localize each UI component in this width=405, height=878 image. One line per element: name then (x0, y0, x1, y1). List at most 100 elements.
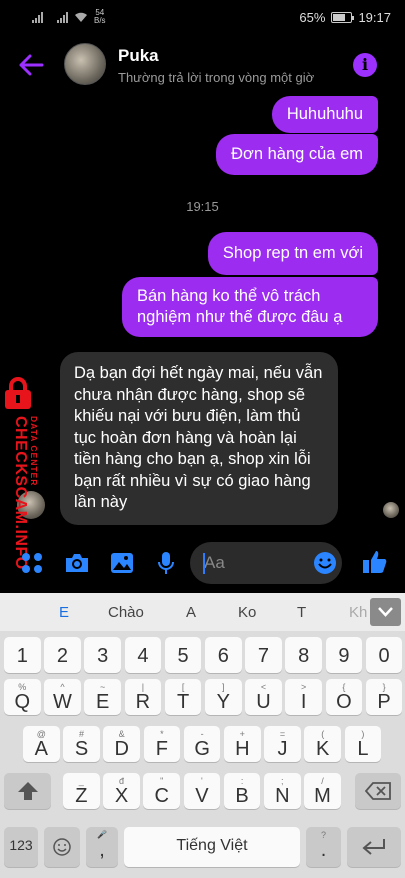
key[interactable]: :B (223, 773, 261, 809)
key[interactable]: -G (183, 726, 221, 762)
message-outgoing[interactable]: Huhuhuhu (271, 96, 378, 133)
key[interactable]: 5 (164, 637, 202, 673)
key-label: T (176, 691, 190, 713)
status-bar: 54 B/s 65% 19:17 (0, 0, 405, 34)
key[interactable]: ; N (264, 773, 301, 809)
key[interactable]: > I (285, 679, 322, 715)
message-outgoing[interactable]: Shop rep tn em với (207, 232, 378, 275)
camera-icon[interactable] (64, 551, 90, 575)
key[interactable]: ) L (344, 726, 382, 762)
key[interactable]: # S (63, 726, 100, 762)
key[interactable]: " C (143, 773, 180, 809)
key-label: L (357, 738, 369, 760)
key[interactable]: = J (264, 726, 301, 762)
key[interactable]: ~ E (84, 679, 121, 715)
key[interactable]: ^ W (44, 679, 81, 715)
key-label: R (135, 691, 151, 713)
key[interactable]: % Q (4, 679, 41, 715)
enter-icon (362, 839, 385, 855)
watermark-subtext: DATA CENTER (29, 416, 39, 487)
key[interactable]: | R (124, 679, 162, 715)
key[interactable]: 8 (285, 637, 322, 673)
message-incoming[interactable]: Dạ bạn đợi hết ngày mai, nếu vẫn chưa nh… (60, 352, 338, 525)
wifi-icon (75, 12, 87, 22)
text-cursor (203, 553, 205, 574)
comma-key[interactable]: 🎤, (86, 827, 118, 867)
key[interactable]: 0 (365, 637, 403, 673)
avatar[interactable] (64, 43, 106, 85)
shift-icon (17, 782, 38, 800)
key-label: N (275, 785, 290, 807)
key-label: H (235, 738, 250, 760)
timestamp: 19:15 (186, 199, 219, 214)
key[interactable]: {O (325, 679, 363, 715)
key-label: 6 (217, 645, 229, 667)
key[interactable]: ] Y (205, 679, 242, 715)
key[interactable]: 2 (44, 637, 81, 673)
message-input[interactable]: Aa (190, 542, 342, 584)
key[interactable]: 4 (124, 637, 162, 673)
key[interactable]: (K (304, 726, 341, 762)
message-outgoing[interactable]: Đơn hàng của em (216, 134, 378, 175)
signal-icon (57, 11, 68, 23)
back-arrow-icon[interactable] (18, 53, 44, 77)
suggestion[interactable]: T (297, 604, 306, 621)
key[interactable]: 7 (245, 637, 282, 673)
battery-icon (331, 11, 355, 23)
backspace-key[interactable] (355, 773, 401, 809)
chat-header: Puka Thường trả lời trong vòng một giờ i (0, 38, 405, 94)
key-label: E (96, 691, 110, 713)
signal-icon (32, 11, 43, 23)
contact-name[interactable]: Puka (118, 46, 159, 66)
lock-icon (5, 377, 31, 409)
space-key[interactable]: Tiếng Việt (124, 827, 300, 867)
key[interactable]: / M (304, 773, 341, 809)
key[interactable]: đX (103, 773, 140, 809)
info-icon[interactable]: i (353, 53, 377, 77)
key[interactable]: * F (143, 726, 181, 762)
apps-icon[interactable] (20, 551, 44, 575)
key[interactable]: _ Z (63, 773, 100, 809)
message-line: Bán hàng ko thể vô trách (137, 287, 321, 305)
enter-key[interactable] (347, 827, 401, 867)
key[interactable]: < U (245, 679, 282, 715)
gallery-icon[interactable] (110, 551, 134, 575)
collapse-keyboard-icon[interactable] (370, 598, 401, 626)
read-receipt-avatar (383, 502, 399, 518)
key[interactable]: & D (103, 726, 140, 762)
key[interactable]: + H (224, 726, 261, 762)
microphone-icon[interactable] (157, 551, 175, 575)
emoji-icon[interactable] (313, 551, 337, 575)
suggestion[interactable]: E (59, 604, 69, 621)
network-speed: 54 B/s (94, 8, 106, 25)
key[interactable]: } P (365, 679, 403, 715)
period-key[interactable]: ?. (306, 827, 341, 867)
shift-key[interactable] (4, 773, 51, 809)
message-placeholder: Aa (204, 553, 225, 572)
key-label: 9 (338, 645, 350, 667)
key-label: C (154, 785, 169, 807)
key-label: 7 (257, 645, 270, 667)
key-label: A (34, 738, 48, 760)
key-label: I (300, 691, 307, 713)
key[interactable]: ' V (183, 773, 221, 809)
thumbs-up-icon[interactable] (362, 549, 388, 575)
suggestion[interactable]: Chào (108, 604, 144, 621)
key[interactable]: 1 (4, 637, 41, 673)
suggestion[interactable]: Ko (238, 604, 256, 621)
symbols-key[interactable]: 123 (4, 827, 38, 867)
emoji-key[interactable] (44, 827, 80, 867)
suggestion-bar: E Chào A Ko T Kh (0, 593, 405, 631)
suggestion[interactable]: A (186, 604, 196, 621)
key[interactable]: 6 (205, 637, 242, 673)
emoji-keyboard-icon (53, 838, 71, 856)
key[interactable]: [T (164, 679, 202, 715)
key-label: W (53, 691, 72, 713)
key[interactable]: 9 (325, 637, 363, 673)
key-label: X (114, 785, 129, 807)
key[interactable]: @ A (23, 726, 60, 762)
suggestion[interactable]: Kh (349, 604, 367, 621)
message-outgoing[interactable]: Bán hàng ko thể vô trách nghiệm như thế … (122, 277, 378, 337)
key[interactable]: 3 (84, 637, 121, 673)
key-label: G (194, 738, 210, 760)
